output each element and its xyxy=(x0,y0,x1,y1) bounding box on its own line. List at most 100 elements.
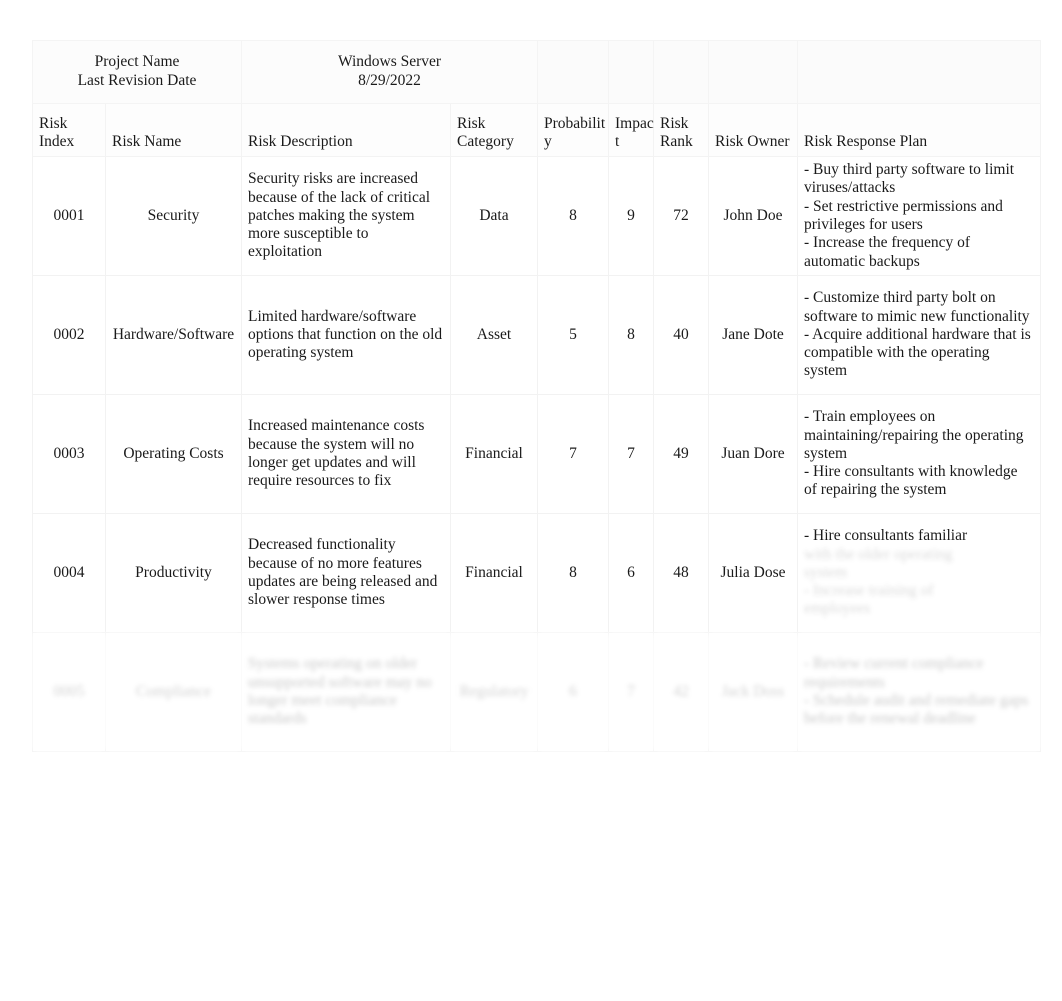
risk-category-header-line2: Category xyxy=(457,133,514,151)
title-spacer-cell-4 xyxy=(708,40,798,104)
cell-risk-name: Hardware/Software xyxy=(105,275,242,395)
plan-line-obscured: system xyxy=(804,563,848,581)
cell-risk-index: 0002 xyxy=(32,275,106,395)
plan-line: - Acquire additional hardware that is co… xyxy=(804,325,1031,380)
title-spacer-cell-1 xyxy=(537,40,609,104)
risk-rank-header-line2: Rank xyxy=(660,133,693,151)
cell-risk-response-plan: - Hire consultants familiar with the old… xyxy=(797,513,1041,633)
cell-risk-index: 0003 xyxy=(32,394,106,514)
table-row: 0004 Productivity Decreased functionalit… xyxy=(32,513,1041,633)
cell-risk-description: Decreased functionality because of no mo… xyxy=(241,513,451,633)
risk-owner-header-line2: Risk Owner xyxy=(715,133,790,151)
cell-risk-description: Security risks are increased because of … xyxy=(241,156,451,276)
cell-risk-category: Regulatory xyxy=(450,632,538,752)
cell-risk-category: Asset xyxy=(450,275,538,395)
plan-line: - Increase the frequency of automatic ba… xyxy=(804,234,971,270)
title-spacer-cell-3 xyxy=(653,40,709,104)
table-row: 0002 Hardware/Software Limited hardware/… xyxy=(32,275,1041,395)
plan-line-obscured: with the older operating xyxy=(804,545,953,563)
cell-risk-index: 0004 xyxy=(32,513,106,633)
cell-risk-rank: 49 xyxy=(653,394,709,514)
cell-risk-owner: Jane Dote xyxy=(708,275,798,395)
cell-risk-name: Operating Costs xyxy=(105,394,242,514)
cell-risk-category: Data xyxy=(450,156,538,276)
cell-risk-description: Systems operating on older unsupported s… xyxy=(241,632,451,752)
probability-header-line2: y xyxy=(544,133,552,151)
table-row: 0003 Operating Costs Increased maintenan… xyxy=(32,394,1041,514)
cell-probability: 8 xyxy=(537,513,609,633)
impact-header-line1: Impac xyxy=(615,114,654,132)
cell-risk-response-plan: - Buy third party software to limit viru… xyxy=(797,156,1041,276)
column-header-risk-name: Risk Name xyxy=(105,103,242,157)
risk-rank-header-line1: Risk xyxy=(660,114,689,132)
cell-risk-name: Compliance xyxy=(105,632,242,752)
column-header-risk-rank: Risk Rank xyxy=(653,103,709,157)
column-header-probability: Probabilit y xyxy=(537,103,609,157)
cell-risk-response-plan: - Review current compliance requirements… xyxy=(797,632,1041,752)
risk-category-header-line1: Risk xyxy=(457,114,486,132)
impact-header-line2: t xyxy=(615,133,620,151)
cell-risk-description: Limited hardware/software options that f… xyxy=(241,275,451,395)
plan-line: - Customize third party bolt on software… xyxy=(804,289,1030,325)
cell-impact: 8 xyxy=(608,275,654,395)
title-spacer-cell-5 xyxy=(797,40,1041,104)
risk-index-header-line1: Risk xyxy=(39,114,68,132)
title-spacer-cell-2 xyxy=(608,40,654,104)
table-header-row: Risk Index Risk Name Risk Description Ri… xyxy=(32,103,1041,157)
column-header-risk-description: Risk Description xyxy=(241,103,451,157)
cell-impact: 7 xyxy=(608,394,654,514)
plan-line: - Train employees on maintaining/repairi… xyxy=(804,408,1024,462)
column-header-risk-category: Risk Category xyxy=(450,103,538,157)
project-meta-values: Windows Server 8/29/2022 xyxy=(241,40,538,104)
cell-risk-rank: 40 xyxy=(653,275,709,395)
document-title-row: Project Name Last Revision Date Windows … xyxy=(32,40,1041,104)
risk-register-table: Project Name Last Revision Date Windows … xyxy=(32,40,1041,752)
cell-risk-description: Increased maintenance costs because the … xyxy=(241,394,451,514)
last-revision-label: Last Revision Date xyxy=(77,72,197,89)
risk-name-header-line2: Risk Name xyxy=(112,133,182,151)
risk-description-header-line2: Risk Description xyxy=(248,133,353,151)
cell-risk-rank: 48 xyxy=(653,513,709,633)
cell-risk-name: Productivity xyxy=(105,513,242,633)
risk-response-plan-header-line2: Risk Response Plan xyxy=(804,133,928,151)
cell-risk-response-plan: - Train employees on maintaining/repairi… xyxy=(797,394,1041,514)
cell-probability: 7 xyxy=(537,394,609,514)
cell-risk-response-plan: - Customize third party bolt on software… xyxy=(797,275,1041,395)
column-header-risk-owner: Risk Owner xyxy=(708,103,798,157)
cell-risk-name: Security xyxy=(105,156,242,276)
plan-line: - Set restrictive permissions and privil… xyxy=(804,197,1003,233)
cell-risk-owner: Julia Dose xyxy=(708,513,798,633)
column-header-risk-response-plan: Risk Response Plan xyxy=(797,103,1041,157)
cell-probability: 5 xyxy=(537,275,609,395)
table-row: 0005 Compliance Systems operating on old… xyxy=(32,632,1041,752)
probability-header-line1: Probabilit xyxy=(544,114,606,132)
project-name-label: Project Name xyxy=(94,53,180,71)
plan-line: - Schedule audit and remediate gaps befo… xyxy=(804,692,1029,728)
table-row: 0001 Security Security risks are increas… xyxy=(32,156,1041,276)
cell-risk-owner: Jack Doss xyxy=(708,632,798,752)
column-header-impact: Impac t xyxy=(608,103,654,157)
cell-risk-owner: John Doe xyxy=(708,156,798,276)
cell-risk-index: 0005 xyxy=(32,632,106,752)
cell-risk-rank: 72 xyxy=(653,156,709,276)
plan-line-obscured: - Increase training of xyxy=(804,582,934,600)
cell-impact: 9 xyxy=(608,156,654,276)
cell-risk-category: Financial xyxy=(450,513,538,633)
page-bottom-fade xyxy=(0,851,1062,1001)
cell-probability: 6 xyxy=(537,632,609,752)
cell-risk-rank: 42 xyxy=(653,632,709,752)
document-page: Project Name Last Revision Date Windows … xyxy=(0,0,1062,1001)
cell-impact: 6 xyxy=(608,513,654,633)
cell-impact: 7 xyxy=(608,632,654,752)
project-meta-labels: Project Name Last Revision Date xyxy=(32,40,242,104)
project-name-value: Windows Server xyxy=(337,53,442,71)
cell-probability: 8 xyxy=(537,156,609,276)
column-header-risk-index: Risk Index xyxy=(32,103,106,157)
plan-line: - Hire consultants with knowledge of rep… xyxy=(804,463,1018,499)
cell-risk-index: 0001 xyxy=(32,156,106,276)
plan-line: - Review current compliance requirements xyxy=(804,655,984,691)
plan-line: - Buy third party software to limit viru… xyxy=(804,161,1015,197)
risk-index-header-line2: Index xyxy=(39,133,75,151)
cell-risk-category: Financial xyxy=(450,394,538,514)
plan-line-obscured: employees xyxy=(804,600,871,618)
